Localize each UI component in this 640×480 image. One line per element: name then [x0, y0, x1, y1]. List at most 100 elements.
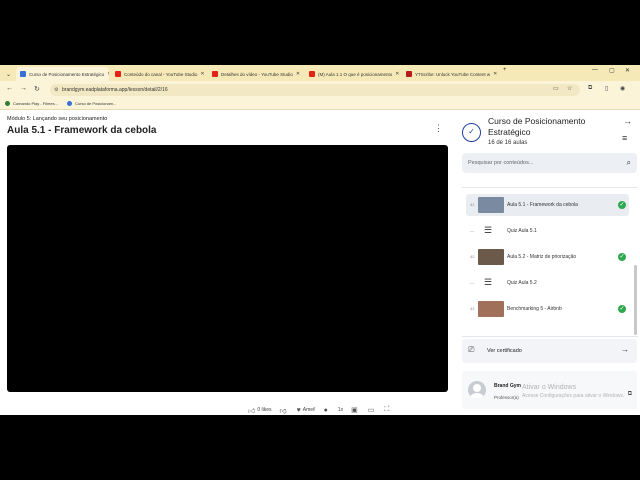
item-label: Aula 5.1 - Framework da cebola — [507, 202, 578, 208]
more-options-icon[interactable]: ⋮ — [434, 123, 443, 134]
completed-check-icon: ✓ — [618, 305, 626, 313]
forward-icon[interactable]: → — [20, 85, 27, 92]
filter-menu-icon[interactable]: ≡ — [622, 133, 627, 143]
like-button[interactable]: 👍︎ 0 likes — [248, 406, 272, 415]
fullscreen-button[interactable]: ⛶ — [384, 406, 391, 414]
course-title: Curso de Posicionamento Estratégico — [488, 116, 586, 137]
close-tab-icon[interactable]: ✕ — [197, 71, 204, 77]
tab-label: Curso de Posicionamento Estratégico — [29, 71, 105, 77]
item-number: 41 — [470, 202, 475, 207]
bookmark-course[interactable]: Curso de Posicionam... — [67, 101, 116, 106]
completed-check-icon: ✓ — [618, 253, 626, 261]
speed-label: 1x — [337, 407, 344, 413]
profile-icon[interactable]: ◉ — [620, 85, 625, 92]
lesson-thumbnail — [478, 301, 504, 317]
thumbs-up-icon: 👍︎ — [248, 407, 256, 415]
heart-icon: ♥ — [296, 406, 301, 414]
youtube-icon — [115, 71, 121, 77]
lesson-count: 16 de 16 aulas — [488, 140, 528, 146]
tab-list-icon[interactable]: ⌄ — [2, 67, 15, 81]
list-item[interactable]: 41 Aula 5.1 - Framework da cebola ✓ — [466, 194, 629, 216]
module-label: Módulo 5: Lançando seu posicionamento — [7, 116, 108, 122]
reload-icon[interactable]: ↻ — [34, 85, 40, 93]
pip-button[interactable]: ▣ — [351, 406, 360, 414]
likes-count: 0 likes — [257, 407, 272, 413]
tab-lesson-video[interactable]: (M) Aula 1.1 O que é posicionamento ✕ — [305, 67, 401, 81]
back-icon[interactable]: ← — [6, 85, 13, 92]
tab-favicon-icon — [20, 71, 26, 77]
install-app-icon[interactable]: ▭ — [553, 85, 559, 92]
tab-bar: ⌄ Curso de Posicionamento Estratégico ✕ … — [0, 65, 640, 81]
url-text: brandgym.eadplataforma.app/lesson/detail… — [62, 87, 168, 93]
bookmark-favicon-icon — [5, 101, 10, 106]
item-label: Aula 5.2 - Matriz de priorização — [507, 254, 577, 260]
picture-in-picture-icon: ▣ — [351, 407, 358, 414]
bookmark-label: Curso de Posicionam... — [75, 101, 117, 106]
lesson-thumbnail — [478, 249, 504, 265]
collapse-sidebar-icon[interactable]: → — [623, 116, 632, 126]
player-controls: 👍︎ 0 likes 👎︎ ♥ Amei! ● 1x ▣ ▭ ⛶ — [248, 405, 399, 415]
arrow-right-icon: → — [621, 345, 629, 354]
item-label: Quiz Aula 5.1 — [507, 228, 537, 234]
item-number: 43 — [470, 306, 475, 311]
bookmark-comando-play[interactable]: Comando Play - Filmes... — [5, 101, 58, 106]
bookmark-label: Comando Play - Filmes... — [13, 101, 58, 106]
volume-toggle[interactable]: ● — [324, 407, 330, 414]
extensions-icon[interactable]: ⧉ — [588, 85, 592, 92]
list-item[interactable]: — ☰ Quiz Aula 5.1 — [466, 220, 629, 242]
url-field[interactable]: ⚙ brandgym.eadplataforma.app/lesson/deta… — [50, 84, 580, 96]
certificate-icon: ⎚ — [468, 345, 475, 354]
tab-label: Detalhes do vídeo - YouTube Studio — [221, 71, 293, 77]
close-tab-icon[interactable]: ✕ — [293, 71, 300, 77]
fullscreen-icon: ⛶ — [384, 406, 390, 413]
close-window-icon[interactable]: ✕ — [625, 67, 630, 74]
sidebar-scrollbar[interactable] — [634, 265, 637, 335]
thumbs-down-icon: 👎︎ — [279, 407, 287, 415]
minimize-icon[interactable]: — — [592, 67, 598, 73]
bookmark-star-icon[interactable]: ☆ — [567, 85, 572, 92]
item-number: 42 — [470, 254, 475, 259]
close-tab-icon[interactable]: ✕ — [490, 71, 497, 77]
maximize-icon[interactable]: ▢ — [609, 67, 615, 74]
ytscribe-icon — [406, 71, 412, 77]
love-label: Amei! — [302, 407, 316, 413]
toggle-icon: ● — [323, 406, 328, 414]
windows-activation-hint: Acesse Configurações para ativar o Windo… — [522, 393, 625, 399]
list-item[interactable]: — ☰ Quiz Aula 5.2 — [466, 272, 629, 294]
tab-course[interactable]: Curso de Posicionamento Estratégico ✕ — [16, 67, 109, 81]
speed-button[interactable]: 1x — [338, 407, 343, 413]
tab-ytscribe[interactable]: YTScribe: Unlock YouTube Content w ✕ — [402, 67, 498, 81]
lesson-thumbnail — [478, 197, 504, 213]
close-tab-icon[interactable]: ✕ — [104, 71, 109, 77]
lesson-list: 41 Aula 5.1 - Framework da cebola ✓ — ☰ … — [462, 187, 638, 337]
tab-label: Conteúdo do canal - YouTube Studio — [124, 71, 198, 77]
dislike-button[interactable]: 👎︎ — [280, 406, 289, 415]
instructor-role: Professor(a) — [494, 395, 519, 400]
external-link-icon[interactable]: ⧉ — [628, 391, 632, 398]
video-player[interactable] — [7, 145, 448, 392]
close-tab-icon[interactable]: ✕ — [392, 71, 399, 77]
item-label: Quiz Aula 5.2 — [507, 280, 537, 286]
theater-mode-icon: ▭ — [367, 407, 375, 414]
list-item[interactable]: 43 Benchmarking 5 - Airbnb ✓ — [466, 298, 629, 320]
love-button[interactable]: ♥ Amei! — [297, 407, 316, 414]
avatar — [468, 381, 486, 399]
windows-activation-title: Ativar o Windows — [522, 384, 577, 391]
list-item[interactable]: 42 Aula 5.2 - Matriz de priorização ✓ — [466, 246, 629, 268]
certificate-button[interactable]: ⎚ Ver certificado → — [462, 339, 637, 363]
search-placeholder: Pesquisar por conteúdos... — [468, 160, 534, 166]
tab-video-details[interactable]: Detalhes do vídeo - YouTube Studio ✕ — [208, 67, 304, 81]
certificate-label: Ver certificado — [487, 348, 522, 354]
new-tab-icon[interactable]: + — [503, 67, 507, 73]
sidebar-icon[interactable]: ▯ — [605, 85, 608, 92]
bookmarks-bar: Comando Play - Filmes... Curso de Posici… — [0, 99, 640, 110]
site-info-icon[interactable]: ⚙ — [54, 84, 58, 96]
tab-channel-content[interactable]: Conteúdo do canal - YouTube Studio ✕ — [111, 67, 207, 81]
quiz-list-icon: ☰ — [484, 277, 493, 287]
search-input[interactable]: Pesquisar por conteúdos... ⌕ — [462, 153, 637, 173]
search-icon[interactable]: ⌕ — [627, 153, 631, 173]
tab-label: (M) Aula 1.1 O que é posicionamento — [318, 71, 393, 77]
quiz-list-icon: ☰ — [484, 225, 493, 235]
theater-button[interactable]: ▭ — [368, 406, 377, 414]
bookmark-favicon-icon — [67, 101, 72, 106]
